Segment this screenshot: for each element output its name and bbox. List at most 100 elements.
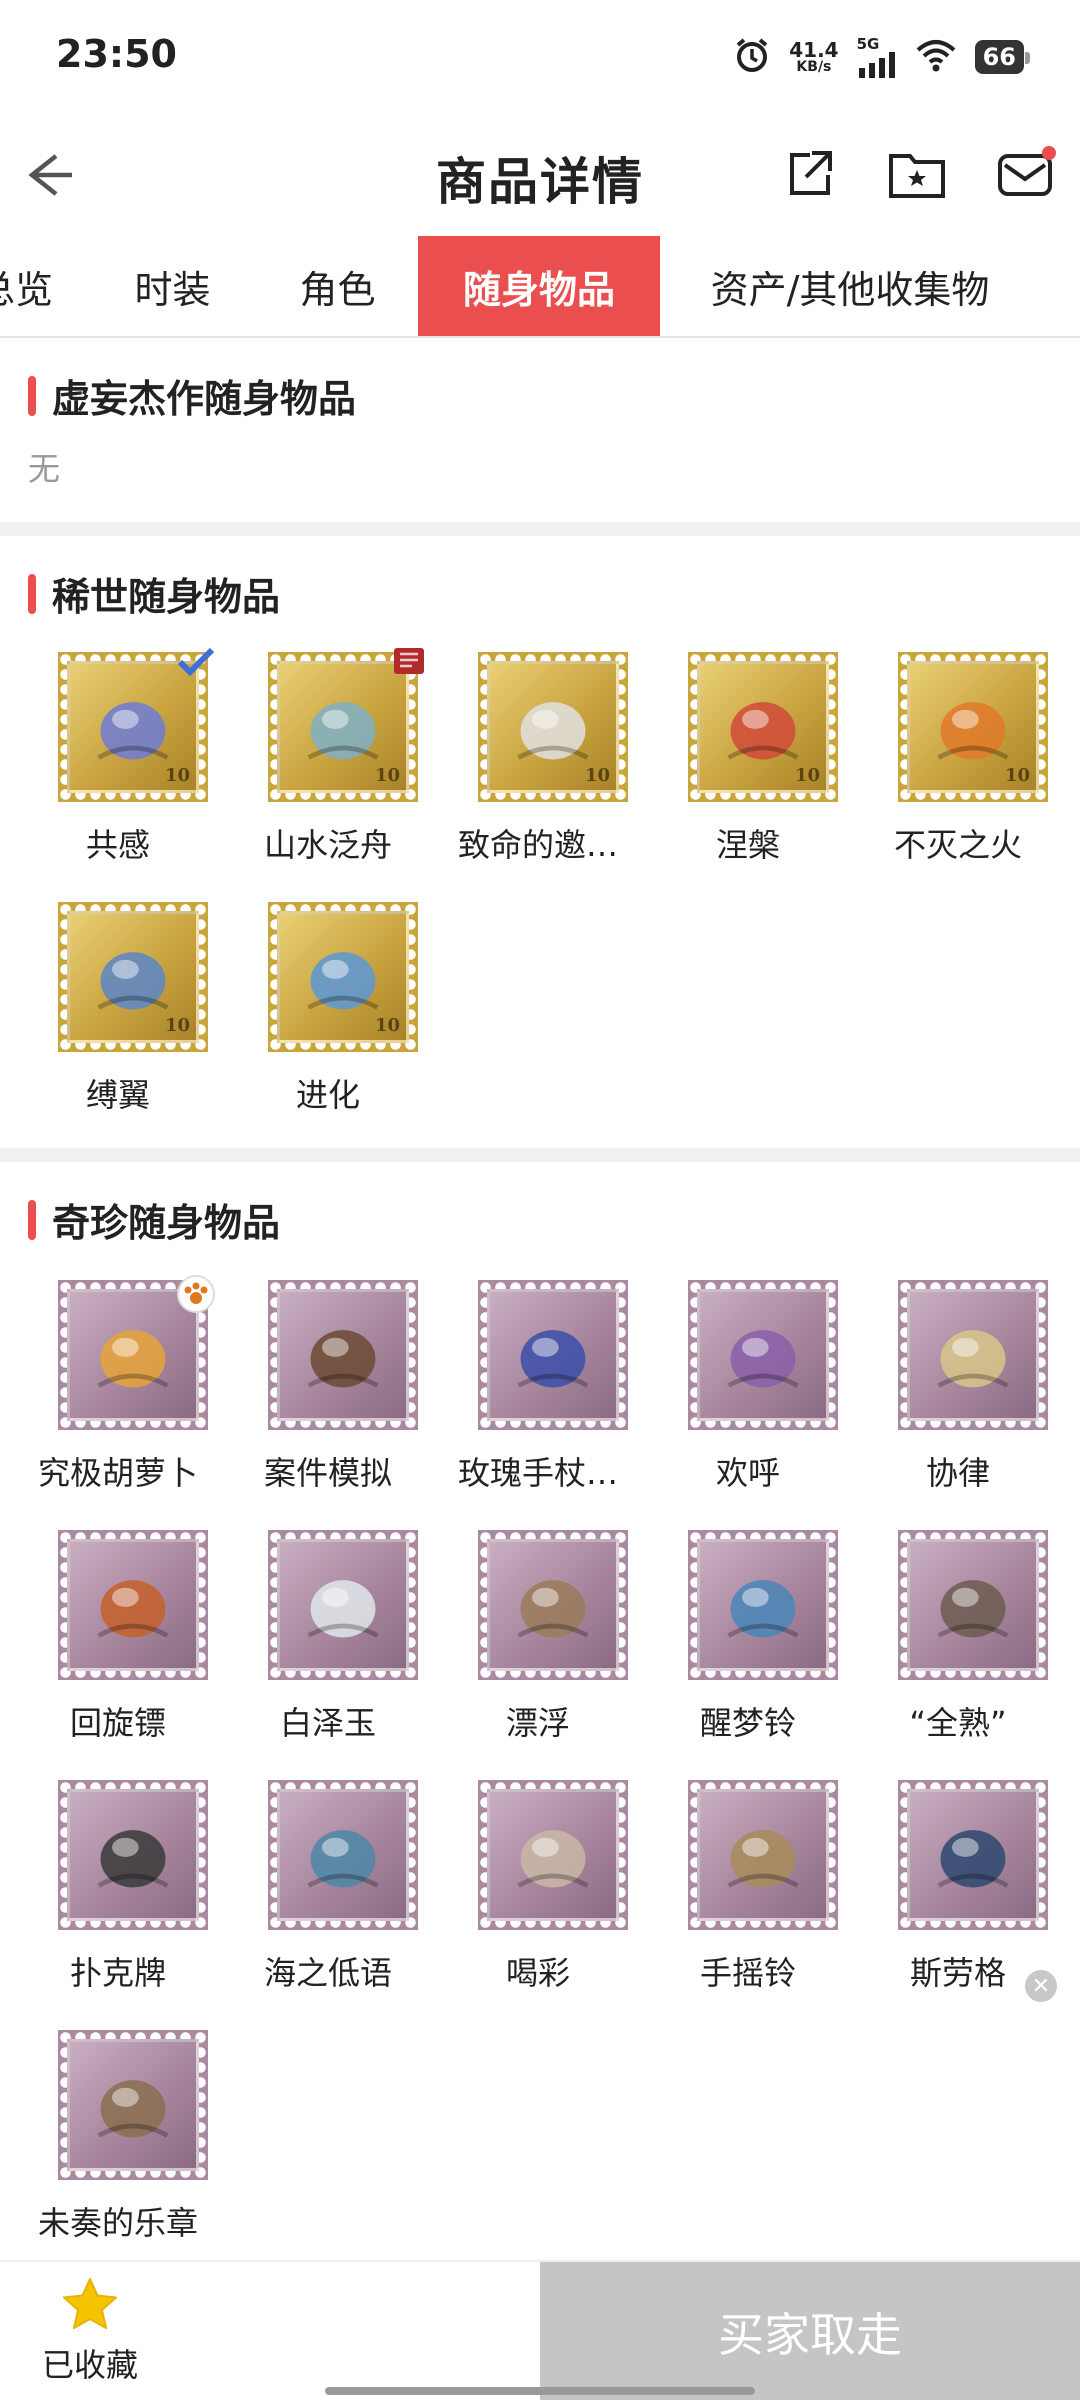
item-card[interactable]: 10 不灭之火	[853, 652, 1063, 872]
item-card[interactable]: 回旋镖	[13, 1530, 223, 1750]
item-label: 协律	[925, 1454, 990, 1492]
section-divider	[0, 522, 1080, 536]
notification-dot	[1042, 146, 1056, 160]
treasure-stamp-image	[268, 1780, 418, 1930]
item-label: 进化	[295, 1076, 360, 1114]
item-card[interactable]: 手摇铃	[643, 1780, 853, 2000]
item-label: 山水泛舟	[263, 826, 392, 864]
favorite-folder-button[interactable]	[882, 140, 952, 210]
treasure-stamp-image	[688, 1530, 838, 1680]
alarm-icon	[733, 36, 771, 78]
stamp-value: 10	[164, 765, 190, 786]
share-button[interactable]	[775, 140, 845, 210]
item-card[interactable]: 10 涅槃	[643, 652, 853, 872]
treasure-stamp-image	[58, 1780, 208, 1930]
buyer-takeaway-button[interactable]: 买家取走	[540, 2262, 1080, 2400]
item-label: 玫瑰手杖…	[457, 1454, 618, 1492]
header: 商品详情	[0, 118, 1080, 236]
net-speed-value: 41.4	[789, 38, 839, 62]
item-label: 不灭之火	[893, 826, 1022, 864]
home-indicator	[325, 2387, 755, 2395]
stamp-value: 10	[584, 765, 610, 786]
rare-stamp-image: 10	[58, 902, 208, 1052]
signal-icon: 5G	[857, 36, 897, 78]
item-card[interactable]: 10 共感	[13, 647, 223, 872]
item-card[interactable]: “全熟”	[853, 1530, 1063, 1750]
item-card[interactable]: 醒梦铃	[643, 1530, 853, 1750]
treasure-stamp-image	[478, 1280, 628, 1430]
section-title-rare: 稀世随身物品	[28, 566, 280, 621]
message-button[interactable]	[990, 140, 1060, 210]
item-card[interactable]: 斯劳格	[853, 1780, 1063, 2000]
net-speed-unit: KB/s	[796, 59, 832, 75]
treasure-stamp-image	[58, 2030, 208, 2180]
item-label: 缚翼	[85, 1076, 150, 1114]
title-accent-bar	[28, 375, 36, 416]
treasure-stamp-image	[478, 1530, 628, 1680]
item-label: 究极胡萝卜	[37, 1454, 198, 1492]
share-icon	[790, 151, 832, 195]
item-label: 醒梦铃	[699, 1704, 796, 1742]
item-label: 白泽玉	[279, 1704, 376, 1742]
item-card[interactable]: 漂浮	[433, 1530, 643, 1750]
wifi-icon	[915, 38, 957, 76]
item-label: 欢呼	[715, 1454, 780, 1492]
status-time: 23:50	[56, 32, 177, 76]
item-card[interactable]: 未奏的乐章	[13, 2030, 223, 2250]
star-icon	[63, 2278, 117, 2329]
status-icons: 41.4 KB/s 5G 66	[733, 32, 1031, 82]
item-card[interactable]: 玫瑰手杖…	[433, 1280, 643, 1500]
item-card[interactable]: 10 山水泛舟	[223, 648, 433, 872]
item-card[interactable]: 10 进化	[223, 902, 433, 1122]
empty-text: 无	[28, 450, 61, 488]
treasure-stamp-image	[268, 1530, 418, 1680]
battery-icon: 66	[974, 40, 1031, 74]
item-card[interactable]: 10 致命的邀…	[433, 652, 643, 872]
category-tabs: 总览 时装 角色 随身物品 资产/其他收集物	[0, 236, 1080, 338]
item-card[interactable]: 究极胡萝卜	[13, 1275, 223, 1500]
favorite-button[interactable]: 已收藏	[30, 2276, 150, 2386]
item-card[interactable]: 白泽玉	[223, 1530, 433, 1750]
treasure-stamp-image	[58, 1530, 208, 1680]
title-accent-bar	[28, 573, 36, 614]
tab-fashion[interactable]: 时装	[90, 236, 255, 336]
folder-star-icon	[889, 154, 945, 198]
rare-stamp-image: 10	[268, 648, 424, 802]
rare-stamp-image: 10	[478, 652, 628, 802]
item-label: 共感	[85, 826, 150, 864]
item-label: 手摇铃	[699, 1954, 796, 1992]
item-card[interactable]: 喝彩	[433, 1780, 643, 2000]
tab-accessories[interactable]: 随身物品	[418, 236, 660, 336]
item-card[interactable]: 欢呼	[643, 1280, 853, 1500]
bottom-bar: 已收藏 买家取走	[0, 2260, 1080, 2400]
treasure-stamp-image	[898, 1280, 1048, 1430]
item-label: 案件模拟	[263, 1454, 392, 1492]
float-close-button[interactable]: ✕	[1025, 1970, 1057, 2002]
tab-characters[interactable]: 角色	[255, 236, 420, 336]
rare-stamp-image: 10	[898, 652, 1048, 802]
status-bar: 23:50 41.4 KB/s 5G 66	[0, 0, 1080, 118]
net-speed: 41.4 KB/s	[789, 40, 838, 74]
favorite-label: 已收藏	[41, 2346, 138, 2384]
item-card[interactable]: 海之低语	[223, 1780, 433, 2000]
item-card[interactable]: 案件模拟	[223, 1280, 433, 1500]
stamp-value: 10	[374, 765, 400, 786]
tab-assets[interactable]: 资产/其他收集物	[672, 236, 1028, 336]
tab-overview[interactable]: 总览	[0, 236, 60, 336]
item-card[interactable]: 10 缚翼	[13, 902, 223, 1122]
section-title-masterpiece: 虚妄杰作随身物品	[28, 368, 356, 423]
treasure-stamp-image	[268, 1280, 418, 1430]
rare-stamp-image: 10	[688, 652, 838, 802]
book-badge-icon	[392, 646, 426, 680]
treasure-stamp-image	[478, 1780, 628, 1930]
item-label: 喝彩	[505, 1954, 570, 1992]
treasure-stamp-image	[898, 1780, 1048, 1930]
item-label: 海之低语	[263, 1954, 392, 1992]
stamp-value: 10	[374, 1015, 400, 1036]
item-card[interactable]: 扑克牌	[13, 1780, 223, 2000]
item-card[interactable]: 协律	[853, 1280, 1063, 1500]
section-title-text: 稀世随身物品	[52, 575, 281, 619]
item-label: 致命的邀…	[457, 826, 618, 864]
rare-stamp-image: 10	[58, 647, 215, 802]
section-title-text: 奇珍随身物品	[52, 1201, 281, 1245]
